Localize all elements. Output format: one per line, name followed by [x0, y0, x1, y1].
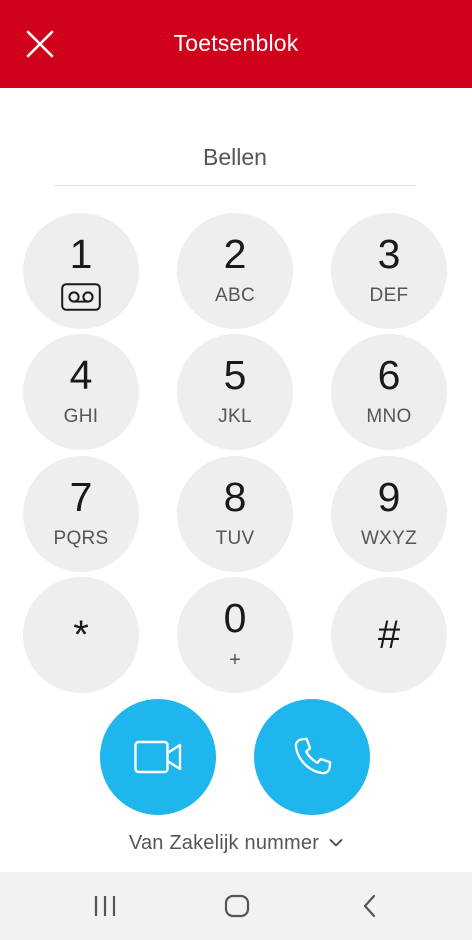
close-icon: [26, 30, 54, 58]
phone-handset-icon: [294, 737, 332, 775]
key-4[interactable]: 4 GHI: [23, 334, 139, 450]
home-icon: [224, 894, 250, 918]
key-letters: MNO: [366, 406, 412, 427]
key-digit: 6: [377, 352, 401, 398]
close-button[interactable]: [14, 18, 66, 70]
app-header: Toetsenblok: [0, 0, 472, 88]
dialer-screen: Toetsenblok 1 2 ABC 3 DEF 4 GHI 5 JKL 6 …: [0, 0, 472, 940]
key-digit: 5: [223, 352, 247, 398]
key-letters: JKL: [218, 406, 252, 427]
key-letters: DEF: [369, 285, 409, 306]
key-1[interactable]: 1: [23, 213, 139, 329]
key-2[interactable]: 2 ABC: [177, 213, 293, 329]
key-digit: 1: [69, 231, 93, 277]
system-navigation-bar: [0, 872, 472, 940]
key-8[interactable]: 8 TUV: [177, 456, 293, 572]
key-hash[interactable]: #: [331, 577, 447, 693]
key-digit: #: [377, 613, 401, 657]
key-9[interactable]: 9 WXYZ: [331, 456, 447, 572]
voicemail-icon: [61, 283, 101, 311]
key-digit: 2: [223, 231, 247, 277]
voice-call-button[interactable]: [254, 699, 370, 815]
key-0[interactable]: 0 +: [177, 577, 293, 693]
key-digit: 4: [69, 352, 93, 398]
key-digit: 9: [377, 474, 401, 520]
key-letters: TUV: [215, 528, 255, 549]
chevron-down-icon: [329, 839, 343, 847]
key-digit: 7: [69, 474, 93, 520]
video-call-button[interactable]: [100, 699, 216, 815]
key-7[interactable]: 7 PQRS: [23, 456, 139, 572]
key-6[interactable]: 6 MNO: [331, 334, 447, 450]
back-icon: [363, 894, 376, 918]
key-digit: 0: [223, 595, 247, 641]
recent-apps-button[interactable]: [75, 882, 135, 930]
key-5[interactable]: 5 JKL: [177, 334, 293, 450]
caller-id-label: Van Zakelijk nummer: [128, 831, 320, 854]
key-digit: 8: [223, 474, 247, 520]
video-camera-icon: [134, 740, 182, 774]
key-digit: *: [73, 613, 89, 657]
home-button[interactable]: [207, 882, 267, 930]
page-title: Toetsenblok: [173, 30, 299, 56]
recent-apps-icon: [94, 896, 116, 916]
dial-number-input[interactable]: [54, 130, 416, 186]
back-button[interactable]: [340, 882, 400, 930]
key-3[interactable]: 3 DEF: [331, 213, 447, 329]
key-letters: GHI: [63, 406, 99, 427]
key-star[interactable]: *: [23, 577, 139, 693]
key-letters: WXYZ: [360, 528, 418, 549]
key-letters: PQRS: [53, 528, 109, 549]
key-letters: ABC: [215, 285, 255, 306]
key-letters: +: [229, 649, 241, 671]
caller-id-selector[interactable]: Van Zakelijk nummer: [0, 828, 472, 858]
key-digit: 3: [377, 231, 401, 277]
